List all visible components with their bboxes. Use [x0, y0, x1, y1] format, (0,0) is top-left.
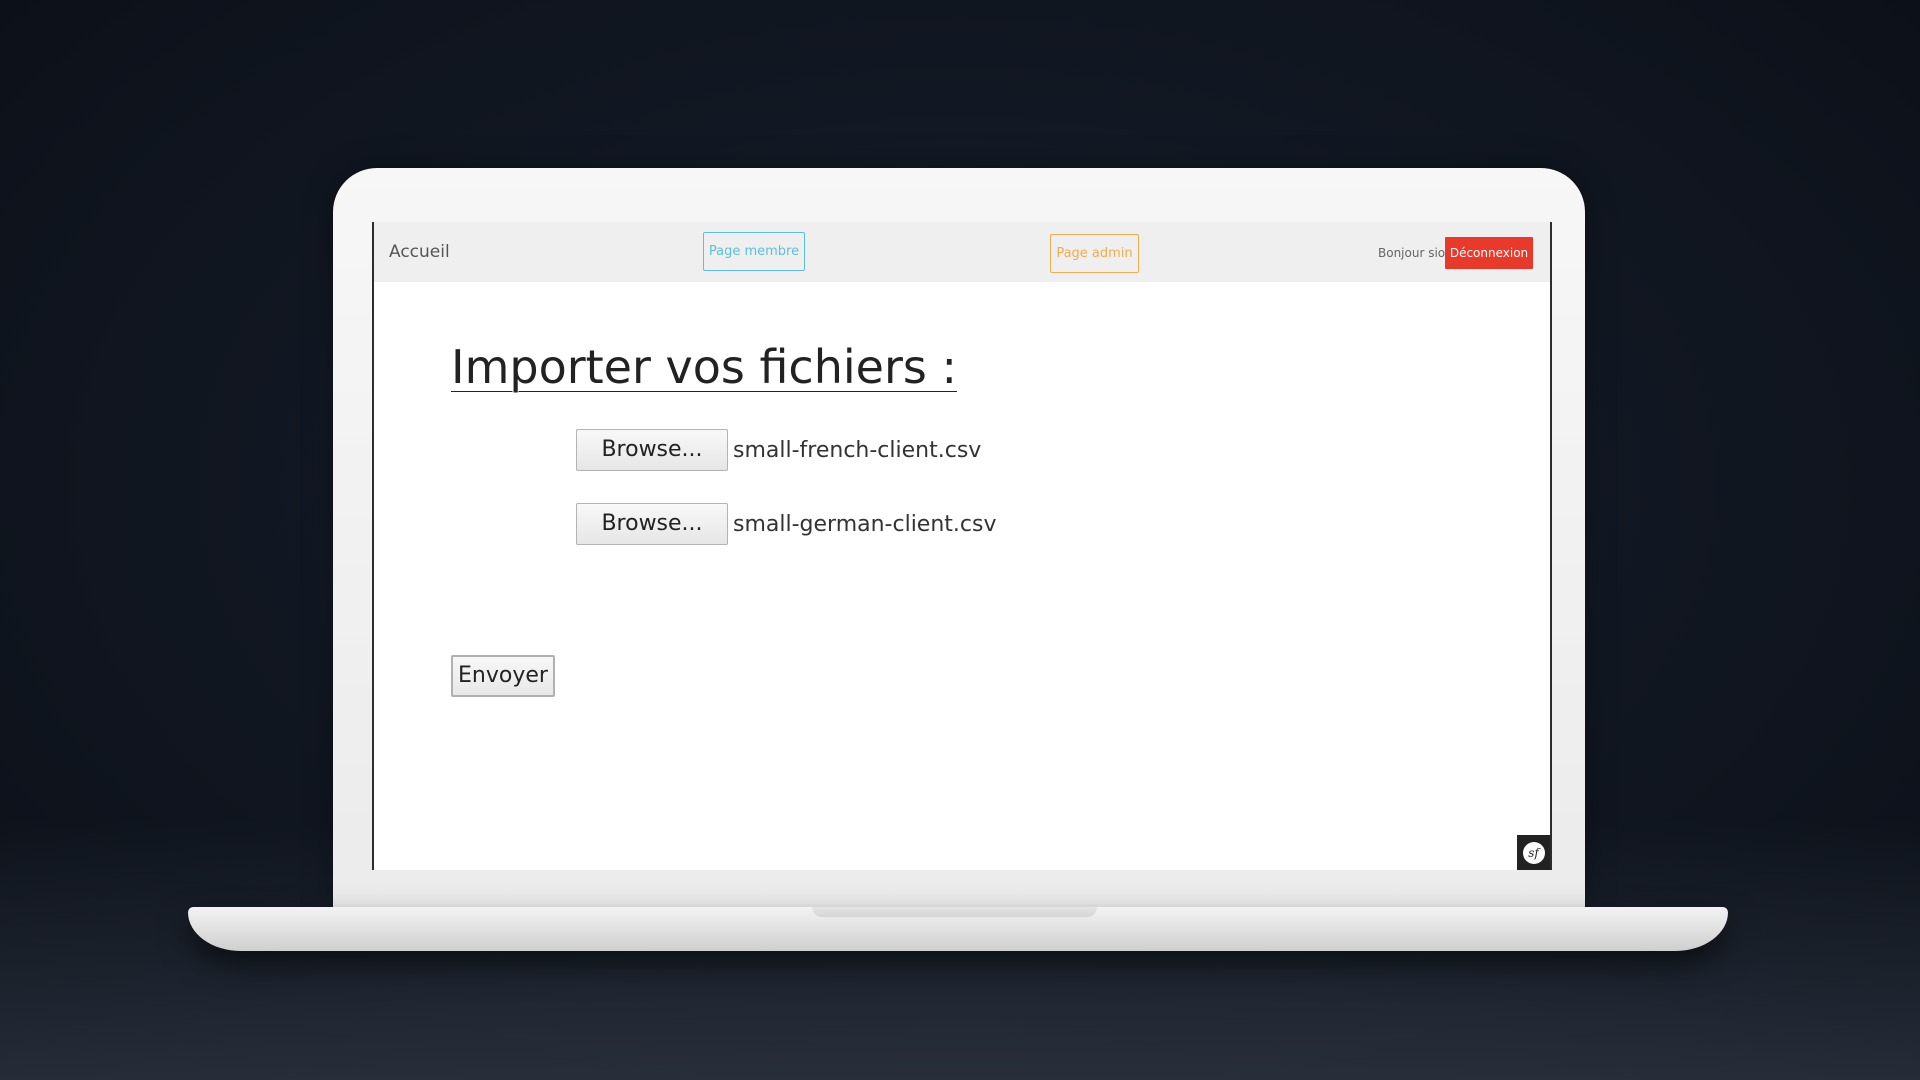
- admin-page-button[interactable]: Page admin: [1050, 234, 1139, 273]
- laptop-notch: [812, 907, 1097, 917]
- logout-button[interactable]: Déconnexion: [1445, 237, 1533, 269]
- navbar: Accueil Page membre Page admin Bonjour s…: [374, 222, 1550, 282]
- symfony-logo-icon: sf: [1522, 841, 1545, 864]
- selected-file-name: small-french-client.csv: [733, 437, 982, 463]
- submit-button[interactable]: Envoyer: [451, 655, 555, 697]
- laptop-screen: Accueil Page membre Page admin Bonjour s…: [372, 222, 1552, 870]
- file-input-german: Browse... small-german-client.csv: [576, 503, 996, 545]
- nav-home-link[interactable]: Accueil: [389, 242, 450, 262]
- page-title: Importer vos fichiers :: [451, 340, 957, 394]
- selected-file-name: small-german-client.csv: [733, 511, 997, 537]
- user-greeting: Bonjour sio: [1378, 246, 1446, 260]
- browse-button[interactable]: Browse...: [576, 503, 728, 545]
- member-page-button[interactable]: Page membre: [703, 232, 805, 271]
- symfony-debug-toolbar[interactable]: sf: [1517, 835, 1550, 870]
- file-input-french: Browse... small-french-client.csv: [576, 429, 981, 471]
- browse-button[interactable]: Browse...: [576, 429, 728, 471]
